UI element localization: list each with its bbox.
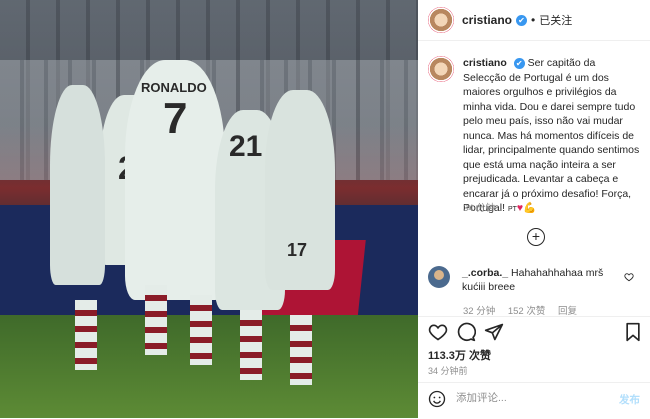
- post-header: cristiano ✔ • 已关注: [418, 0, 650, 41]
- caption: cristiano ✔ Ser capitão da Selecção de P…: [428, 56, 640, 218]
- caption-body: Ser capitão da Selecção de Portugal é um…: [463, 57, 640, 214]
- separator-dot: •: [531, 13, 536, 27]
- comment-item: _.corba._ Hahahahhahaa mrš kućiii breee: [428, 266, 640, 294]
- commenter-avatar[interactable]: [428, 266, 450, 288]
- flexed-biceps-emoji-icon: 💪: [523, 202, 537, 214]
- comment-box: 发布: [418, 382, 650, 419]
- sock: [190, 295, 212, 365]
- sock: [290, 315, 312, 385]
- player-ronaldo: RONALDO 7: [125, 60, 225, 300]
- instagram-post: 2 RONALDO 7 21 17: [0, 0, 650, 418]
- likes-count[interactable]: 113.3万 次赞: [428, 347, 491, 363]
- follow-button[interactable]: 已关注: [539, 12, 572, 28]
- heart-icon[interactable]: [428, 322, 448, 342]
- post-timestamp: 34 分钟前: [428, 366, 468, 376]
- comment-like-heart-icon[interactable]: [624, 272, 634, 285]
- sock: [145, 285, 167, 355]
- post-photo[interactable]: 2 RONALDO 7 21 17: [0, 0, 418, 418]
- send-icon[interactable]: [484, 322, 504, 342]
- player-17: 17: [265, 90, 335, 290]
- caption-username[interactable]: cristiano: [463, 57, 507, 69]
- sock: [75, 300, 97, 370]
- verified-badge-icon: ✔: [516, 14, 528, 26]
- jersey-number: 17: [287, 240, 308, 260]
- caption-text: cristiano ✔ Ser capitão da Selecção de P…: [463, 56, 640, 218]
- jersey-number: 21: [229, 130, 263, 163]
- bookmark-icon[interactable]: [624, 322, 644, 342]
- verified-badge-icon: ✔: [513, 57, 525, 69]
- post-comment-button[interactable]: 发布: [619, 392, 640, 407]
- sock: [240, 310, 262, 380]
- players-group: 2 RONALDO 7 21 17: [50, 30, 340, 400]
- player-left: [50, 85, 105, 285]
- profile-avatar[interactable]: [428, 7, 454, 33]
- jersey-number: 7: [163, 94, 188, 143]
- header-username[interactable]: cristiano: [462, 13, 512, 27]
- comment-input[interactable]: [456, 392, 606, 404]
- caption-time: 34 分钟: [463, 203, 496, 214]
- comment-meta: 32 分钟 152 次赞 回复: [463, 303, 587, 317]
- comment-icon[interactable]: [456, 322, 477, 342]
- comment-body: _.corba._ Hahahahhahaa mrš kućiii breee: [462, 266, 612, 294]
- commenter-username[interactable]: _.corba._: [462, 267, 508, 279]
- caption-avatar[interactable]: [428, 56, 454, 82]
- jersey-name: RONALDO: [141, 80, 207, 95]
- flag-text: PT: [507, 206, 517, 213]
- emoji-icon[interactable]: [428, 390, 446, 408]
- divider: [418, 316, 650, 317]
- load-more-comments-button[interactable]: +: [527, 228, 545, 246]
